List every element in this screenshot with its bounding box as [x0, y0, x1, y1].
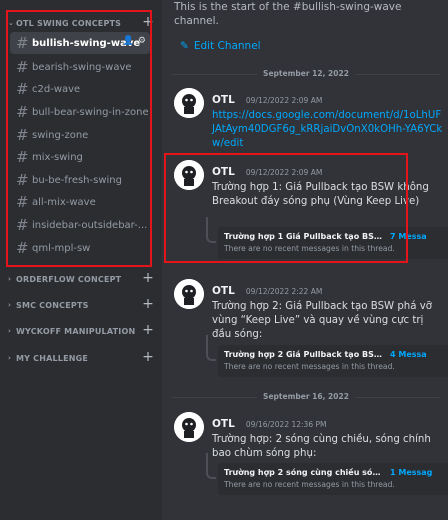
- hashtag-icon: #: [16, 126, 29, 144]
- category-label: OTL SWING CONCEPTS: [16, 18, 122, 28]
- thread-name: Trường hợp 2 Giá Pullback tạo BSW p...: [224, 350, 382, 359]
- channel-label: c2d-wave: [32, 83, 81, 95]
- category-otl-swing-concepts[interactable]: ⌄ OTL SWING CONCEPTS +: [8, 14, 156, 30]
- channel-label: insidebar-outsidebar-...: [32, 219, 148, 231]
- chevron-right-icon: ›: [8, 354, 12, 362]
- thread-name: Trường hợp 2 sóng cùng chiều sóng ...: [224, 468, 382, 477]
- gear-icon[interactable]: ⚙: [138, 36, 146, 46]
- channel-qml-mpl-sw[interactable]: # qml-mpl-sw: [10, 237, 150, 259]
- create-channel-icon[interactable]: +: [142, 296, 154, 312]
- avatar-image: [174, 412, 204, 442]
- channel-bearish-swing-wave[interactable]: # bearish-swing-wave: [10, 56, 150, 78]
- avatar[interactable]: [174, 412, 204, 442]
- avatar[interactable]: [174, 279, 204, 309]
- message-pane: This is the start of the #bullish-swing-…: [162, 0, 448, 520]
- channel-sidebar: ⌄ OTL SWING CONCEPTS + # bullish-swing-w…: [0, 0, 162, 520]
- thread-preview[interactable]: Trường hợp 2 Giá Pullback tạo BSW p... 4…: [206, 335, 448, 377]
- channel-swing-zone[interactable]: # swing-zone: [10, 124, 150, 146]
- avatar-image: [174, 160, 204, 190]
- date-divider: September 16, 2022: [172, 392, 440, 402]
- channel-bu-be-fresh-swing[interactable]: # bu-be-fresh-swing: [10, 169, 150, 191]
- message-text: Trường hợp 2: Giá Pullback tạo BSW phá v…: [212, 301, 433, 340]
- edit-channel-label: Edit Channel: [193, 40, 261, 52]
- channel-bull-bear-swing-in-zone[interactable]: # bull-bear-swing-in-zone: [10, 101, 150, 123]
- message: OTL 09/12/2022 2:09 AM Trường hợp 1: Giá…: [212, 160, 444, 209]
- hashtag-icon: #: [16, 239, 29, 257]
- avatar-image: [174, 279, 204, 309]
- thread-message-count: 4 Messa: [390, 350, 427, 359]
- author-name[interactable]: OTL: [212, 418, 235, 430]
- create-channel-icon[interactable]: +: [142, 14, 154, 30]
- category-my-challenge[interactable]: › MY CHALLENGE +: [8, 349, 156, 365]
- hashtag-icon: #: [16, 34, 29, 52]
- category-label: SMC CONCEPTS: [16, 300, 89, 310]
- chevron-down-icon: ⌄: [8, 19, 15, 27]
- category-smc-concepts[interactable]: › SMC CONCEPTS +: [8, 296, 156, 312]
- create-channel-icon[interactable]: +: [142, 349, 154, 365]
- thread-message-count: 1 Messag: [390, 468, 433, 477]
- avatar-image: [174, 88, 204, 118]
- date-divider: September 12, 2022: [172, 69, 440, 79]
- thread-message-count: 7 Messa: [390, 232, 427, 241]
- timestamp: 09/12/2022 2:09 AM: [245, 96, 323, 105]
- hashtag-icon: #: [16, 103, 29, 121]
- message: OTL 09/16/2022 12:36 PM Trường hợp: 2 só…: [212, 412, 444, 461]
- avatar[interactable]: [174, 88, 204, 118]
- hashtag-icon: #: [16, 171, 29, 189]
- author-name[interactable]: OTL: [212, 166, 235, 178]
- hashtag-icon: #: [16, 58, 29, 76]
- message-text: Trường hợp 1: Giá Pullback tạo BSW không…: [212, 182, 429, 207]
- chevron-right-icon: ›: [8, 327, 12, 335]
- pencil-icon: ✎: [180, 40, 189, 52]
- category-orderflow-concept[interactable]: › ORDERFLOW CONCEPT +: [8, 270, 156, 286]
- channel-bullish-swing-wave[interactable]: # bullish-swing-wave 👤 ⚙: [10, 32, 150, 54]
- channel-all-mix-wave[interactable]: # all-mix-wave: [10, 191, 150, 213]
- channel-label: all-mix-wave: [32, 196, 96, 208]
- category-label: WYCKOFF MANIPULATION: [16, 326, 136, 336]
- timestamp: 09/12/2022 2:09 AM: [245, 168, 323, 177]
- thread-name: Trường hợp 1 Giá Pullback tạo BSW k...: [224, 232, 382, 241]
- thread-status: There are no recent messages in this thr…: [224, 362, 395, 371]
- message: OTL 09/12/2022 2:09 AM https://docs.goog…: [212, 88, 444, 151]
- thread-status: There are no recent messages in this thr…: [224, 480, 395, 489]
- channel-label: bearish-swing-wave: [32, 61, 132, 73]
- thread-status: There are no recent messages in this thr…: [224, 244, 395, 253]
- edit-channel-link[interactable]: ✎ Edit Channel: [180, 40, 261, 52]
- timestamp: 09/12/2022 2:22 AM: [245, 287, 323, 296]
- date-divider-label: September 12, 2022: [257, 69, 355, 78]
- message-link[interactable]: https://docs.google.com/document/d/1oLhU…: [212, 109, 444, 151]
- channel-label: bu-be-fresh-swing: [32, 174, 122, 186]
- timestamp: 09/16/2022 12:36 PM: [245, 420, 327, 429]
- chevron-right-icon: ›: [8, 301, 12, 309]
- channel-label: qml-mpl-sw: [32, 242, 91, 254]
- hashtag-icon: #: [16, 80, 29, 98]
- category-label: MY CHALLENGE: [16, 353, 89, 363]
- author-name[interactable]: OTL: [212, 94, 235, 106]
- hashtag-icon: #: [16, 148, 29, 166]
- channel-label: mix-swing: [32, 151, 83, 163]
- create-channel-icon[interactable]: +: [142, 270, 154, 286]
- thread-preview[interactable]: Trường hợp 2 sóng cùng chiều sóng ... 1 …: [206, 453, 448, 495]
- message: OTL 09/12/2022 2:22 AM Trường hợp 2: Giá…: [212, 279, 444, 342]
- category-wyckoff-manipulation[interactable]: › WYCKOFF MANIPULATION +: [8, 322, 156, 338]
- hashtag-icon: #: [16, 193, 29, 211]
- author-name[interactable]: OTL: [212, 285, 235, 297]
- avatar[interactable]: [174, 160, 204, 190]
- channel-label: swing-zone: [32, 129, 89, 141]
- channel-intro-text: This is the start of the #bullish-swing-…: [174, 1, 402, 27]
- create-channel-icon[interactable]: +: [142, 322, 154, 338]
- thread-preview[interactable]: Trường hợp 1 Giá Pullback tạo BSW k... 7…: [206, 217, 448, 259]
- chevron-right-icon: ›: [8, 275, 12, 283]
- channel-insidebar-outsidebar[interactable]: # insidebar-outsidebar-...: [10, 214, 150, 236]
- date-divider-label: September 16, 2022: [257, 392, 355, 401]
- add-member-icon[interactable]: 👤: [123, 36, 134, 46]
- category-label: ORDERFLOW CONCEPT: [16, 274, 122, 284]
- channel-mix-swing[interactable]: # mix-swing: [10, 146, 150, 168]
- channel-c2d-wave[interactable]: # c2d-wave: [10, 78, 150, 100]
- channel-label: bull-bear-swing-in-zone: [32, 106, 149, 118]
- message-text: Trường hợp: 2 sóng cùng chiều, sóng chín…: [212, 434, 431, 459]
- hashtag-icon: #: [16, 216, 29, 234]
